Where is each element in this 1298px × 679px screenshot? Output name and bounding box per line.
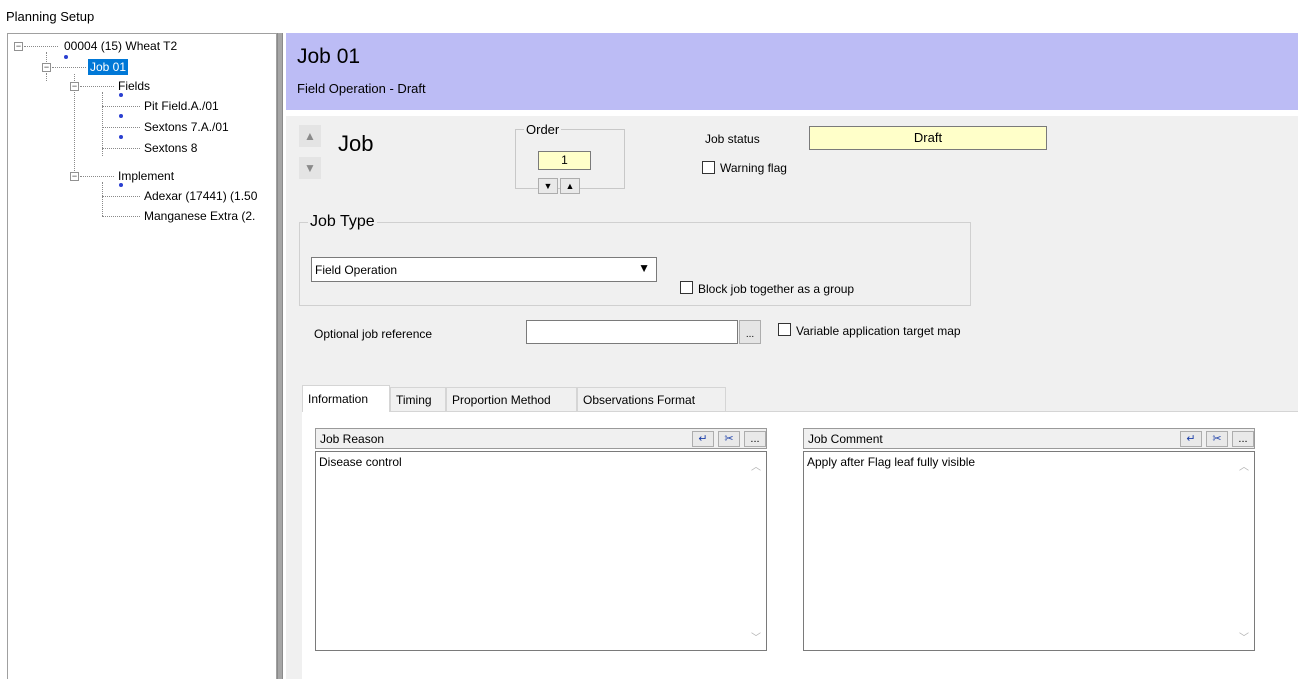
order-legend: Order — [526, 122, 560, 137]
scroll-down-icon[interactable]: ﹀ — [1239, 629, 1249, 644]
job-reason-title: Job Reason — [320, 432, 385, 446]
tree-item-label: Sextons 7.A./01 — [144, 120, 229, 134]
variable-map-label[interactable]: Variable application target map — [796, 324, 961, 338]
page-subtitle: Field Operation - Draft — [297, 81, 426, 96]
tree-item-label: Sextons 8 — [144, 141, 198, 155]
insert-line-button[interactable]: ↵ — [1180, 431, 1202, 447]
scroll-up-icon[interactable]: ︿ — [1239, 458, 1249, 473]
tree-connector — [102, 216, 140, 217]
information-tab-panel: Job Reason ↵ ✂ ... Disease control ︿ ﹀ J… — [302, 411, 1298, 679]
scroll-down-icon[interactable]: ﹀ — [751, 629, 761, 644]
move-up-button[interactable]: ▲ — [299, 125, 321, 147]
order-increase-button[interactable]: ▲ — [560, 178, 580, 194]
job-reason-textarea[interactable]: Disease control ︿ ﹀ — [315, 451, 767, 651]
tree-item-label: Job 01 — [88, 59, 129, 75]
job-reason-header: Job Reason ↵ ✂ ... — [315, 428, 767, 449]
tree-connector — [74, 74, 75, 81]
tree-connector — [46, 73, 47, 81]
collapse-icon[interactable]: − — [14, 42, 23, 51]
tree-connector — [102, 182, 103, 216]
order-group: Order 1 ▼ ▲ — [515, 122, 625, 194]
tree-connector — [80, 86, 114, 87]
job-type-selected: Field Operation — [315, 263, 398, 277]
tab-observations-format[interactable]: Observations Format — [577, 387, 726, 411]
tree-connector — [102, 196, 140, 197]
panel-splitter[interactable] — [277, 33, 283, 679]
collapse-icon[interactable]: − — [70, 172, 79, 181]
node-dot-icon — [119, 135, 123, 139]
job-comment-header: Job Comment ↵ ✂ ... — [803, 428, 1255, 449]
cut-button[interactable]: ✂ — [718, 431, 740, 447]
tree-connector — [102, 106, 140, 107]
more-button[interactable]: ... — [744, 431, 766, 447]
node-dot-icon — [119, 93, 123, 97]
block-group-label[interactable]: Block job together as a group — [698, 282, 854, 296]
cut-button[interactable]: ✂ — [1206, 431, 1228, 447]
job-type-select[interactable]: Field Operation ▼ — [311, 257, 657, 282]
node-dot-icon — [64, 55, 68, 59]
tree-item-label: Pit Field.A./01 — [144, 99, 219, 113]
tree-connector — [46, 52, 47, 62]
tree-item-label: Adexar (17441) (1.50 — [144, 189, 258, 203]
tree-connector — [102, 127, 140, 128]
tree-item-label: Fields — [118, 79, 151, 93]
scroll-up-icon[interactable]: ︿ — [751, 458, 761, 473]
job-status-value[interactable]: Draft — [809, 126, 1047, 150]
more-button[interactable]: ... — [1232, 431, 1254, 447]
tree-item-label: Implement — [118, 169, 175, 183]
tab-information[interactable]: Information — [302, 385, 390, 412]
tree-connector — [102, 148, 140, 149]
job-comment-text: Apply after Flag leaf fully visible — [807, 455, 976, 469]
tree-item-label: 00004 (15) Wheat T2 — [64, 39, 178, 53]
job-details-panel: ▲ ▼ Job Order 1 ▼ ▲ Job status Draft War… — [286, 116, 1298, 679]
order-decrease-button[interactable]: ▼ — [538, 178, 558, 194]
job-tree[interactable]: − 00004 (15) Wheat T2 − Job 01 − Fields … — [7, 33, 277, 679]
tree-connector — [52, 67, 86, 68]
warning-flag-label[interactable]: Warning flag — [720, 161, 787, 175]
dropdown-arrow-icon: ▼ — [638, 261, 650, 275]
insert-line-button[interactable]: ↵ — [692, 431, 714, 447]
tree-connector — [74, 90, 75, 171]
warning-flag-checkbox[interactable] — [702, 161, 715, 174]
job-type-legend: Job Type — [310, 213, 375, 230]
collapse-icon[interactable]: − — [42, 63, 51, 72]
node-dot-icon — [119, 183, 123, 187]
job-reference-label: Optional job reference — [314, 327, 433, 341]
block-group-checkbox[interactable] — [680, 281, 693, 294]
job-reference-browse-button[interactable]: ... — [739, 320, 761, 344]
tree-connector — [80, 176, 114, 177]
page-title: Job 01 — [297, 45, 361, 68]
tree-connector — [102, 92, 103, 156]
job-reason-text: Disease control — [319, 455, 402, 469]
job-label: Job — [338, 131, 374, 156]
node-dot-icon — [119, 114, 123, 118]
job-comment-title: Job Comment — [808, 432, 883, 446]
job-status-label: Job status — [705, 132, 760, 146]
window-title: Planning Setup — [6, 9, 95, 24]
tree-item-label: Manganese Extra (2. — [144, 209, 256, 223]
job-header: Job 01 Field Operation - Draft — [286, 33, 1298, 110]
job-comment-textarea[interactable]: Apply after Flag leaf fully visible ︿ ﹀ — [803, 451, 1255, 651]
tab-proportion-method[interactable]: Proportion Method — [446, 387, 577, 411]
job-reference-input[interactable] — [526, 320, 738, 344]
tab-timing[interactable]: Timing — [390, 387, 446, 411]
order-value[interactable]: 1 — [538, 151, 591, 170]
move-down-button[interactable]: ▼ — [299, 157, 321, 179]
tree-connector — [24, 46, 58, 47]
variable-map-checkbox[interactable] — [778, 323, 791, 336]
